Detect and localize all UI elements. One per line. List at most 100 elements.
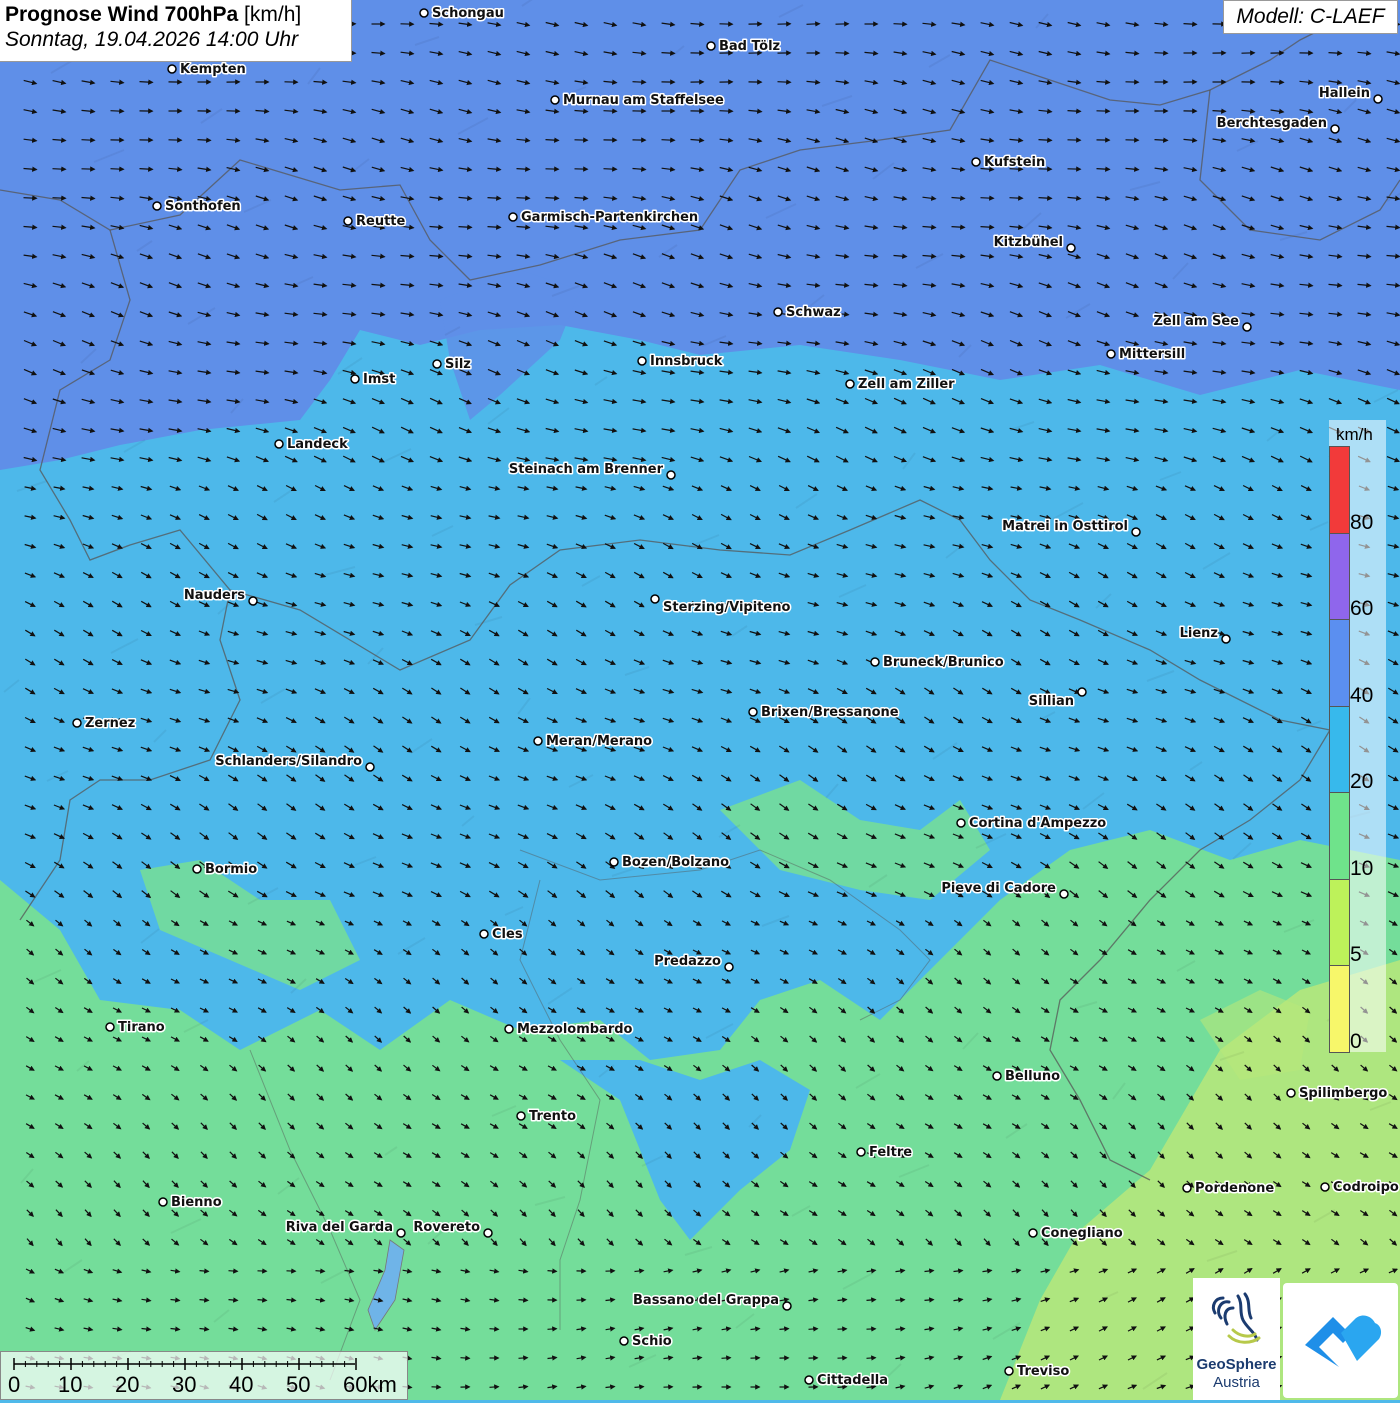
legend-swatch [1329,879,1350,967]
city-dot [153,202,161,210]
city-label: Lienz [1180,626,1218,641]
city-label: Tirano [118,1020,165,1035]
city-dot [420,9,428,17]
city-marker: Kempten [168,62,246,77]
city-dot [534,737,542,745]
city-label: Cortina d'Ampezzo [969,816,1106,831]
city-marker: Mittersill [1107,347,1185,362]
scale-bar: 0102030405060km [0,1351,408,1400]
geosphere-emblem-icon [1193,1278,1280,1358]
wind-arrow [1010,198,1023,199]
city-label: Pieve di Cadore [941,881,1056,896]
wind-arrow [778,82,791,83]
city-dot [610,858,618,866]
city-marker: Berchtesgaden [1217,116,1339,133]
city-marker: Mezzolombardo [505,1022,633,1037]
city-marker: Codroipo [1321,1180,1399,1195]
city-dot [805,1376,813,1384]
wind-arrow [720,111,733,112]
wind-arrow [952,227,965,228]
city-dot [993,1072,1001,1080]
wind-map: SchongauBad TölzKemptenMurnau am Staffel… [0,0,1400,1400]
city-dot [505,1025,513,1033]
app-logo [1283,1283,1398,1398]
city-dot [620,1337,628,1345]
city-dot [249,597,257,605]
city-dot [551,96,559,104]
wind-arrow [229,1300,238,1301]
city-dot [1183,1184,1191,1192]
wind-arrow [1184,24,1197,25]
wind-arrow [517,169,530,170]
wind-arrow [548,1329,557,1330]
wind-arrow [807,24,820,25]
city-dot [1132,528,1140,536]
wind-arrow [604,111,617,112]
city-label: Schongau [432,6,504,21]
city-label: Schio [632,1334,672,1349]
city-label: Codroipo [1333,1180,1399,1195]
wind-arrow [229,1271,238,1272]
city-dot [397,1229,405,1237]
wind-arrow [200,1300,209,1301]
wind-arrow [896,1300,905,1301]
city-marker: Garmisch-Partenkirchen [509,210,698,225]
city-dot [1005,1367,1013,1375]
wind-arrow [836,53,849,54]
model-label: Modell: C-LAEF [1223,0,1398,34]
wind-arrow [1213,111,1226,112]
wind-arrow [925,1300,934,1301]
wind-arrow [546,198,559,199]
city-dot [651,595,659,603]
city-dot [1321,1183,1329,1191]
wind-arrow [896,1329,905,1330]
wind-arrow [662,53,675,54]
city-label: Silz [445,357,471,372]
city-dot [344,217,352,225]
city-marker: Sonthofen [153,199,241,214]
wind-arrow [1329,53,1342,54]
city-marker: Kitzbühel [994,235,1075,252]
city-marker: Riva del Garda [286,1220,405,1237]
legend-tick-label: 5 [1350,944,1362,965]
city-dot [517,1112,525,1120]
city-label: Zell am See [1153,314,1239,329]
wind-arrow [82,140,95,141]
city-label: Murnau am Staffelsee [563,93,724,108]
wind-arrow [316,1271,325,1272]
wind-arrow [1155,140,1168,141]
wind-arrow [604,169,617,170]
wind-arrow [519,1300,528,1301]
city-dot [1029,1229,1037,1237]
wind-arrow [111,111,124,112]
city-dot [857,1148,865,1156]
wind-arrow [894,24,907,25]
wind-arrow [867,1358,876,1359]
city-dot [1243,323,1251,331]
wind-arrow [198,140,211,141]
city-marker: Schlanders/Silandro [215,754,374,771]
scale-label: 60km [343,1372,397,1398]
city-dot [1107,350,1115,358]
legend-tick-label: 10 [1350,858,1373,879]
city-dot [484,1229,492,1237]
city-label: Meran/Merano [546,734,652,749]
map-unit: [km/h] [244,3,301,26]
wind-arrow [1068,111,1081,112]
wind-arrow [981,227,994,228]
city-dot [275,440,283,448]
city-label: Matrei in Osttirol [1002,519,1128,534]
city-dot [774,308,782,316]
legend-swatch [1329,706,1350,794]
city-dot [783,1302,791,1310]
city-label: Belluno [1005,1069,1060,1084]
city-label: Pordenone [1195,1181,1274,1196]
city-label: Brixen/Bressanone [761,705,899,720]
city-label: Bormio [205,862,257,877]
wind-arrow [1097,169,1110,170]
wind-arrow [461,1358,470,1359]
city-dot [168,65,176,73]
city-dot [1060,890,1068,898]
city-dot [846,380,854,388]
city-dot [366,763,374,771]
